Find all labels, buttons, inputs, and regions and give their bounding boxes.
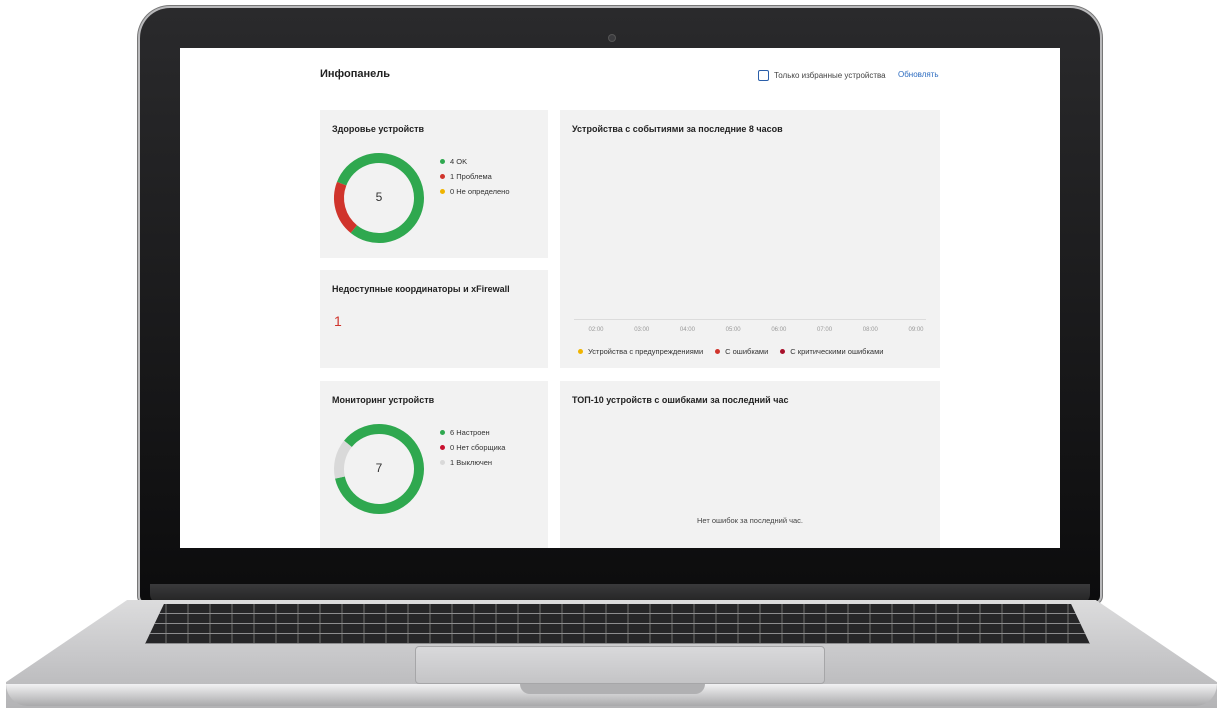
legend-dot-icon (440, 189, 445, 194)
legend-label: С критическими ошибками (790, 347, 884, 356)
empty-message: Нет ошибок за последний час. (696, 516, 804, 525)
x-tick-label: 09:00 (908, 327, 924, 333)
events-chart-card: Устройства с событиями за последние 8 ча… (560, 110, 940, 368)
favorites-checkbox[interactable] (758, 70, 769, 81)
legend-dot-icon (578, 349, 583, 354)
x-tick-label: 04:00 (679, 327, 695, 333)
legend-item: 6 Настроен (440, 425, 505, 440)
legend-item: 4 OK (440, 154, 510, 169)
card-title: ТОП-10 устройств с ошибками за последний… (572, 395, 789, 405)
health-total: 5 (375, 190, 383, 204)
card-title: Мониторинг устройств (332, 395, 435, 405)
legend-label: С ошибками (725, 347, 769, 356)
events-legend-item[interactable]: Устройства с предупреждениями (578, 347, 703, 356)
device-monitoring-card: Мониторинг устройств 7 6 Настроен 0 Нет с… (320, 381, 548, 548)
x-tick-label: 06:00 (771, 327, 787, 333)
legend-label: 1 Проблема (450, 172, 492, 181)
card-title: Устройства с событиями за последние 8 ча… (572, 124, 783, 134)
legend-item: 1 Выключен (440, 455, 505, 470)
trackpad (415, 646, 825, 684)
health-legend: 4 OK 1 Проблема 0 Не определено (440, 154, 510, 199)
monitoring-legend: 6 Настроен 0 Нет сборщика 1 Выключен (440, 425, 505, 470)
x-tick-label: 02:00 (588, 327, 604, 333)
x-axis-line (574, 319, 926, 320)
legend-item: 0 Нет сборщика (440, 440, 505, 455)
legend-label: 1 Выключен (450, 458, 493, 467)
legend-label: 6 Настроен (450, 428, 490, 437)
favorites-filter[interactable]: Только избранные устройства (758, 70, 886, 81)
events-legend: Устройства с предупреждениями С ошибками С… (578, 347, 883, 356)
top10-errors-card: ТОП-10 устройств с ошибками за последний… (560, 381, 940, 548)
unavailable-count[interactable]: 1 (334, 313, 342, 329)
unavailable-coordinators-card: Недоступные координаторы и xFirewall 1 (320, 270, 548, 368)
donut-segment-1[interactable] (334, 181, 358, 233)
camera-icon (609, 35, 615, 41)
legend-dot-icon (440, 460, 445, 465)
legend-dot-icon (440, 430, 445, 435)
monitoring-total: 7 (375, 461, 383, 475)
legend-dot-icon (440, 159, 445, 164)
laptop-notch (520, 684, 705, 694)
donut-segment-2[interactable] (334, 440, 352, 479)
legend-label: 0 Нет сборщика (450, 443, 506, 452)
refresh-link[interactable]: Обновлять (898, 70, 939, 79)
device-health-card: Здоровье устройств 5 4 OK 1 Проблема 0 Не … (320, 110, 548, 258)
legend-dot-icon (715, 349, 721, 354)
legend-dot-icon (780, 349, 786, 354)
favorites-label: Только избранные устройства (774, 71, 886, 80)
screen: Инфопанель Только избранные устройства О… (180, 48, 1060, 548)
page-title: Инфопанель (320, 68, 391, 80)
legend-item: 0 Не определено (440, 184, 510, 199)
keyboard-rows (145, 604, 1090, 644)
x-tick-label: 05:00 (725, 327, 741, 333)
x-tick-label: 08:00 (862, 327, 878, 333)
x-tick-label: 03:00 (634, 327, 650, 333)
x-tick-label: 07:00 (817, 327, 833, 333)
events-legend-item[interactable]: С ошибками (715, 347, 768, 356)
legend-dot-icon (440, 445, 445, 450)
events-legend-item[interactable]: С критическими ошибками (780, 347, 883, 356)
legend-label: 0 Не определено (450, 187, 510, 196)
legend-item: 1 Проблема (440, 169, 510, 184)
card-title: Недоступные координаторы и xFirewall (332, 284, 510, 294)
legend-label: 4 OK (450, 157, 468, 166)
legend-label: Устройства с предупреждениями (588, 347, 704, 356)
card-title: Здоровье устройств (332, 124, 425, 134)
legend-dot-icon (440, 174, 445, 179)
